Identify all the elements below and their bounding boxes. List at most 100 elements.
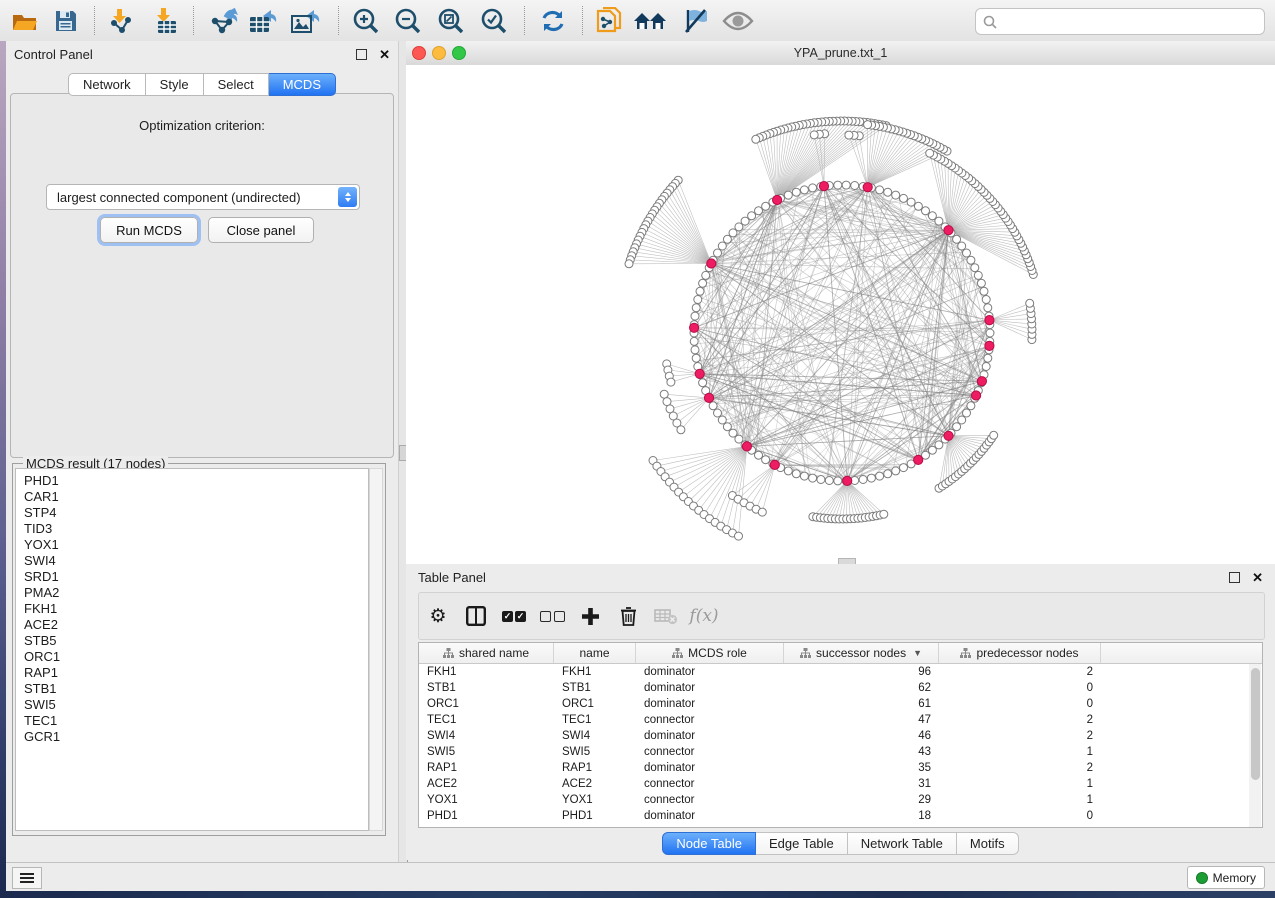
tab-mcds[interactable]: MCDS	[269, 73, 336, 96]
import-network-icon	[108, 8, 136, 34]
result-item[interactable]: SWI5	[24, 697, 368, 713]
network-window-titlebar[interactable]: YPA_prune.txt_1	[406, 41, 1275, 66]
table-row[interactable]: TEC1TEC1connector472	[419, 712, 1262, 728]
table-cell: dominator	[636, 698, 784, 710]
tab-network[interactable]: Network	[68, 73, 146, 96]
result-item[interactable]: TEC1	[24, 713, 368, 729]
tab-style[interactable]: Style	[146, 73, 204, 96]
export-image-button[interactable]	[288, 4, 322, 37]
table-options-button[interactable]: ⚙	[419, 596, 457, 636]
table-row[interactable]: FKH1FKH1dominator962	[419, 664, 1262, 680]
export-network-button[interactable]	[207, 4, 241, 37]
export-image-icon	[290, 8, 320, 34]
table-row[interactable]: YOX1YOX1connector291	[419, 792, 1262, 808]
table-row[interactable]: RAP1RAP1dominator352	[419, 760, 1262, 776]
table-cell: connector	[636, 714, 784, 726]
column-visibility-button[interactable]	[457, 596, 495, 636]
control-panel-tabs: NetworkStyleSelectMCDS	[6, 73, 398, 96]
open-session-button[interactable]	[8, 4, 42, 37]
float-panel-icon[interactable]	[1229, 572, 1240, 583]
toolbar-separator	[338, 6, 339, 35]
node-table[interactable]: shared namenameMCDS rolesuccessor nodes▼…	[418, 642, 1263, 828]
column-header-name[interactable]: name	[554, 643, 636, 663]
table-row[interactable]: ORC1ORC1dominator610	[419, 696, 1262, 712]
table-row[interactable]: ACE2ACE2connector311	[419, 776, 1262, 792]
result-item[interactable]: PHD1	[24, 473, 368, 489]
result-item[interactable]: ACE2	[24, 617, 368, 633]
search-input[interactable]	[997, 12, 1264, 32]
first-neighbors-button[interactable]	[633, 4, 667, 37]
table-cell: TEC1	[419, 714, 554, 726]
tab-node-table[interactable]: Node Table	[662, 832, 756, 855]
export-table-icon	[248, 8, 278, 34]
table-cell: STB1	[554, 682, 636, 694]
add-column-button[interactable]	[571, 596, 609, 636]
result-list-scrollbar[interactable]	[369, 468, 383, 831]
close-panel-icon[interactable]: ✕	[1252, 571, 1263, 584]
apply-layout-button[interactable]	[536, 4, 570, 37]
result-item[interactable]: FKH1	[24, 601, 368, 617]
columns-icon	[466, 606, 486, 626]
result-item[interactable]: STB1	[24, 681, 368, 697]
tab-network-table[interactable]: Network Table	[848, 832, 957, 855]
search-box[interactable]	[975, 8, 1265, 35]
table-row[interactable]: PHD1PHD1dominator180	[419, 808, 1262, 824]
result-item[interactable]: ORC1	[24, 649, 368, 665]
close-panel-icon[interactable]: ✕	[379, 48, 390, 61]
new-network-from-selection-button[interactable]	[592, 4, 626, 37]
import-table-button[interactable]	[149, 4, 183, 37]
result-item[interactable]: SRD1	[24, 569, 368, 585]
scrollbar-thumb[interactable]	[1251, 668, 1260, 780]
table-panel-title: Table Panel	[418, 570, 486, 585]
table-header-row: shared namenameMCDS rolesuccessor nodes▼…	[419, 643, 1262, 664]
export-table-button[interactable]	[246, 4, 280, 37]
column-header-shared-name[interactable]: shared name	[419, 643, 554, 663]
run-mcds-button[interactable]: Run MCDS	[100, 217, 198, 243]
result-item[interactable]: SWI4	[24, 553, 368, 569]
hide-selected-button[interactable]	[678, 4, 712, 37]
result-item[interactable]: STP4	[24, 505, 368, 521]
close-panel-button[interactable]: Close panel	[208, 217, 314, 243]
result-item[interactable]: STB5	[24, 633, 368, 649]
table-body: FKH1FKH1dominator962STB1STB1dominator620…	[419, 664, 1262, 824]
criterion-dropdown[interactable]: largest connected component (undirected)	[46, 184, 360, 210]
function-builder-button: f(x)	[685, 596, 723, 636]
zoom-in-button[interactable]	[349, 4, 383, 37]
result-item[interactable]: GCR1	[24, 729, 368, 745]
table-row[interactable]: STB1STB1dominator620	[419, 680, 1262, 696]
table-cell: 1	[939, 746, 1101, 758]
import-table-icon	[152, 8, 180, 34]
result-item[interactable]: RAP1	[24, 665, 368, 681]
horizontal-splitter[interactable]	[406, 556, 1275, 564]
delete-column-button[interactable]	[609, 596, 647, 636]
table-cell: 35	[784, 762, 939, 774]
tab-select[interactable]: Select	[204, 73, 269, 96]
table-cell: connector	[636, 746, 784, 758]
import-network-button[interactable]	[105, 4, 139, 37]
network-canvas[interactable]	[406, 65, 1275, 556]
task-history-button[interactable]	[12, 867, 42, 889]
zoom-fit-button[interactable]	[434, 4, 468, 37]
table-scrollbar[interactable]	[1249, 664, 1261, 827]
float-panel-icon[interactable]	[356, 49, 367, 60]
checked-box-icon: ✓	[502, 611, 513, 622]
result-item[interactable]: YOX1	[24, 537, 368, 553]
zoom-out-button[interactable]	[391, 4, 425, 37]
memory-button[interactable]: Memory	[1187, 866, 1265, 889]
zoom-selected-button[interactable]	[477, 4, 511, 37]
table-row[interactable]: SWI5SWI5connector431	[419, 744, 1262, 760]
select-all-button[interactable]: ✓✓	[495, 596, 533, 636]
result-item[interactable]: CAR1	[24, 489, 368, 505]
tab-edge-table[interactable]: Edge Table	[756, 832, 848, 855]
show-all-button[interactable]	[721, 4, 755, 37]
column-header-successor-nodes[interactable]: successor nodes▼	[784, 643, 939, 663]
deselect-all-button[interactable]	[533, 596, 571, 636]
mcds-result-list[interactable]: PHD1CAR1STP4TID3YOX1SWI4SRD1PMA2FKH1ACE2…	[15, 468, 369, 831]
result-item[interactable]: PMA2	[24, 585, 368, 601]
save-session-button[interactable]	[49, 4, 83, 37]
column-header-MCDS-role[interactable]: MCDS role	[636, 643, 784, 663]
result-item[interactable]: TID3	[24, 521, 368, 537]
column-header-predecessor-nodes[interactable]: predecessor nodes	[939, 643, 1101, 663]
tab-motifs[interactable]: Motifs	[957, 832, 1019, 855]
table-row[interactable]: SWI4SWI4dominator462	[419, 728, 1262, 744]
